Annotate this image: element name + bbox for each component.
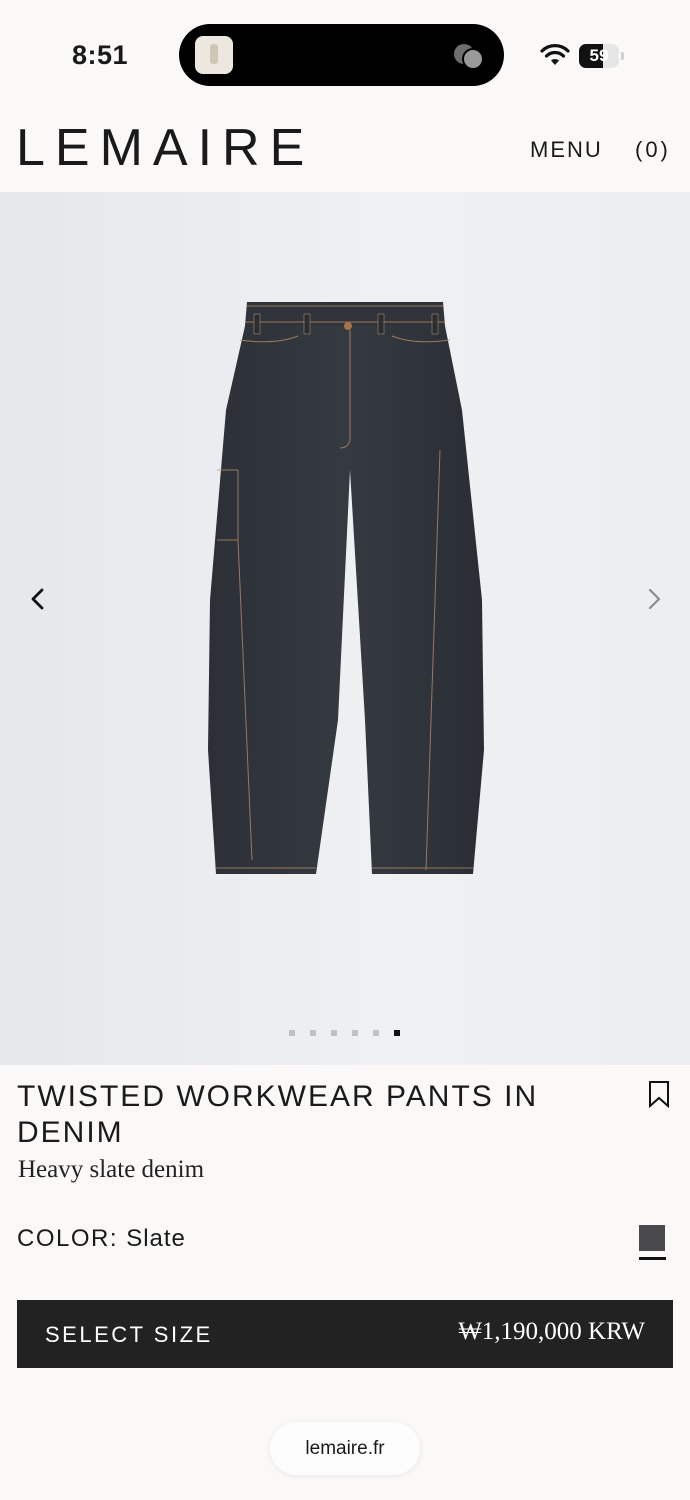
- select-size-label: SELECT SIZE: [45, 1322, 213, 1347]
- battery-icon: 59: [579, 44, 619, 68]
- cart-button[interactable]: (0): [635, 137, 671, 163]
- browser-url-bar[interactable]: lemaire.fr: [270, 1422, 420, 1475]
- chevron-right-icon[interactable]: [640, 585, 668, 613]
- color-swatch-slate[interactable]: [639, 1225, 665, 1251]
- color-value: Slate: [126, 1225, 186, 1252]
- bookmark-icon[interactable]: [648, 1080, 670, 1108]
- pagination-dot[interactable]: [331, 1030, 337, 1036]
- dynamic-island[interactable]: [179, 24, 504, 86]
- color-row: COLOR: Slate: [17, 1225, 186, 1253]
- product-subtitle: Heavy slate denim: [18, 1156, 205, 1183]
- pagination-dot[interactable]: [289, 1030, 295, 1036]
- brand-logo[interactable]: LEMAIRE: [16, 118, 314, 178]
- site-header: LEMAIRE MENU (0): [0, 110, 690, 192]
- status-bar: 8:51 59: [0, 0, 690, 110]
- swatch-selected-indicator: [639, 1257, 666, 1260]
- status-time: 8:51: [72, 40, 129, 70]
- product-gallery[interactable]: [0, 192, 690, 1065]
- product-title: TWISTED WORKWEAR PANTS IN DENIM: [17, 1080, 539, 1149]
- activity-icon: [454, 42, 486, 70]
- menu-button[interactable]: MENU: [530, 137, 603, 163]
- wifi-icon: [540, 44, 570, 65]
- color-label: COLOR:: [17, 1225, 119, 1252]
- pagination-dot-active[interactable]: [394, 1030, 400, 1036]
- battery-level: 59: [589, 46, 609, 65]
- select-size-button[interactable]: SELECT SIZE ₩1,190,000 KRW: [17, 1300, 673, 1368]
- chevron-left-icon[interactable]: [24, 585, 52, 613]
- product-price: ₩1,190,000 KRW: [458, 1318, 645, 1345]
- gallery-pagination[interactable]: [289, 1030, 400, 1038]
- pagination-dot[interactable]: [352, 1030, 358, 1036]
- now-playing-thumbnail[interactable]: [195, 36, 233, 74]
- product-image[interactable]: [200, 300, 500, 878]
- pagination-dot[interactable]: [373, 1030, 379, 1036]
- pagination-dot[interactable]: [310, 1030, 316, 1036]
